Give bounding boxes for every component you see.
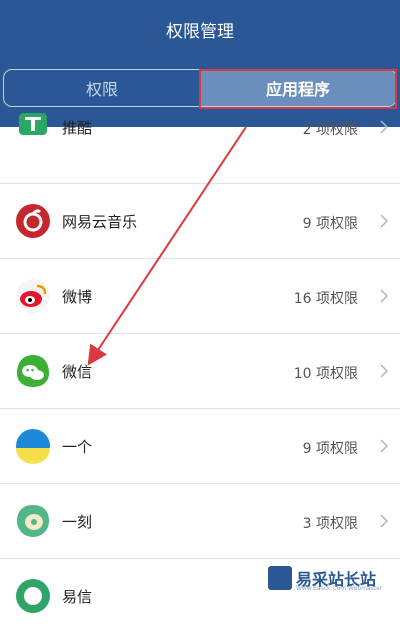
watermark: 易采站长站 Www.Easck.Com Webmaster (266, 563, 400, 594)
annotation-arrow (87, 126, 247, 366)
watermark-subtext: Www.Easck.Com Webmaster (296, 585, 383, 592)
watermark-logo (268, 566, 292, 590)
